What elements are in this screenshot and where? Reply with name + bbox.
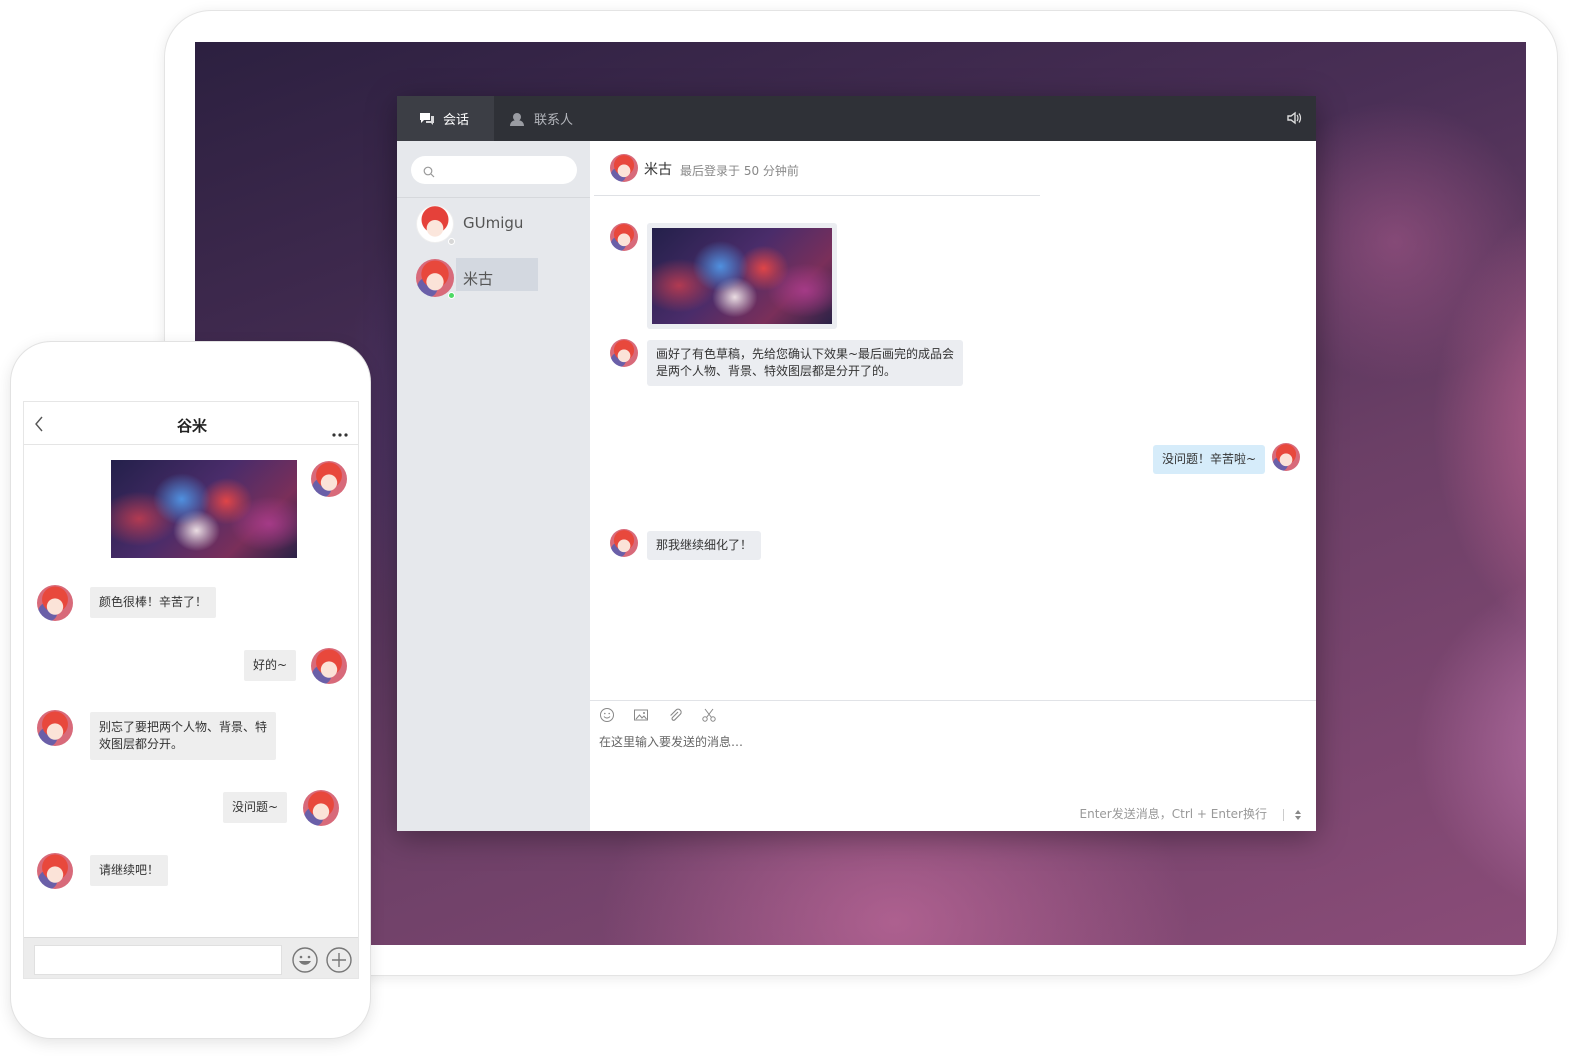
chat-bubble-icon xyxy=(419,112,435,126)
message-bubble-self: 没问题！辛苦啦~ xyxy=(1152,445,1265,474)
message-input[interactable]: 在这里输入要发送的消息… xyxy=(599,733,743,750)
image-message[interactable] xyxy=(647,223,837,329)
plus-icon[interactable] xyxy=(325,946,353,978)
mobile-chat-title: 谷米 xyxy=(176,417,207,435)
message-line: 是两个人物、背景、特效图层都是分开了的。 xyxy=(656,364,897,378)
artwork-image xyxy=(652,228,832,324)
avatar xyxy=(416,259,454,297)
message-line: 别忘了要把两个人物、背景、特 xyxy=(99,720,268,734)
online-status-dot xyxy=(448,292,455,299)
scissors-icon[interactable] xyxy=(701,707,717,723)
avatar xyxy=(37,853,73,889)
divider xyxy=(1283,809,1284,821)
avatar xyxy=(610,339,638,367)
window-toolbar: 会话 联系人 xyxy=(397,96,1316,141)
chat-panel: 米古 最后登录于 50 分钟前 画好了有色草稿，先给您确认下效果~最后画完的成品… xyxy=(590,141,1316,831)
mobile-chat-screen: 谷米 颜色很棒！辛苦了！ 好的~ 别忘了要把两个人物、背景、特 效图层都分开。 … xyxy=(23,401,359,979)
avatar xyxy=(1272,443,1300,471)
more-dots-icon[interactable] xyxy=(332,422,348,441)
mobile-nav-bar: 谷米 xyxy=(24,402,358,445)
mobile-message-input[interactable] xyxy=(34,945,282,975)
message-bubble: 画好了有色草稿，先给您确认下效果~最后画完的成品会 是两个人物、背景、特效图层都… xyxy=(647,340,964,386)
send-options-toggle[interactable] xyxy=(1294,809,1302,822)
avatar xyxy=(610,529,638,557)
message-bubble: 那我继续细化了！ xyxy=(647,531,762,560)
avatar xyxy=(610,223,638,251)
avatar xyxy=(37,585,73,621)
message-bubble: 颜色很棒！辛苦了！ xyxy=(90,587,217,618)
search-input[interactable] xyxy=(411,156,577,184)
sidebar: GUmigu 米古 xyxy=(397,141,590,831)
status-dot xyxy=(448,238,455,245)
contact-item-migu[interactable]: 米古 xyxy=(397,253,590,303)
image-message[interactable] xyxy=(111,460,297,558)
message-line: 效图层都分开。 xyxy=(99,737,184,751)
image-icon[interactable] xyxy=(633,707,649,723)
send-hint: Enter发送消息，Ctrl + Enter换行 xyxy=(1079,807,1267,821)
avatar xyxy=(416,205,454,243)
divider xyxy=(397,197,590,198)
emoji-icon[interactable] xyxy=(291,946,319,978)
mobile-input-bar xyxy=(24,937,358,978)
tab-conversations[interactable]: 会话 xyxy=(397,96,494,141)
emoji-icon[interactable] xyxy=(599,707,615,723)
attachment-icon[interactable] xyxy=(667,707,683,723)
contact-item-gumigu[interactable]: GUmigu xyxy=(397,199,590,249)
speaker-icon[interactable] xyxy=(1286,110,1302,130)
contact-name: 米古 xyxy=(463,270,494,288)
avatar xyxy=(303,790,339,826)
message-bubble: 请继续吧！ xyxy=(90,855,169,886)
chat-contact-name: 米古 xyxy=(644,162,672,178)
search-icon xyxy=(423,163,435,182)
composer-toolbar xyxy=(599,707,717,723)
message-line: 画好了有色草稿，先给您确认下效果~最后画完的成品会 xyxy=(656,347,955,361)
contacts-icon xyxy=(510,112,526,126)
tab-label: 会话 xyxy=(443,113,470,128)
avatar xyxy=(610,154,638,182)
message-bubble: 别忘了要把两个人物、背景、特 效图层都分开。 xyxy=(90,712,277,760)
avatar xyxy=(37,710,73,746)
avatar xyxy=(311,461,347,497)
desktop-chat-window: 会话 联系人 GUmigu 米古 米古 最后登录于 50 分钟前 画好了有色草稿… xyxy=(397,96,1316,831)
message-composer: 在这里输入要发送的消息… Enter发送消息，Ctrl + Enter换行 xyxy=(590,700,1316,831)
chat-header: 米古 最后登录于 50 分钟前 xyxy=(590,141,1316,197)
divider xyxy=(594,195,1040,196)
message-bubble-self: 好的~ xyxy=(244,650,297,681)
tab-contacts[interactable]: 联系人 xyxy=(494,96,604,141)
contact-name: GUmigu xyxy=(463,214,524,232)
avatar xyxy=(311,648,347,684)
message-bubble-self: 没问题~ xyxy=(223,792,288,823)
last-login-status: 最后登录于 50 分钟前 xyxy=(680,164,799,178)
tab-label: 联系人 xyxy=(534,113,574,128)
